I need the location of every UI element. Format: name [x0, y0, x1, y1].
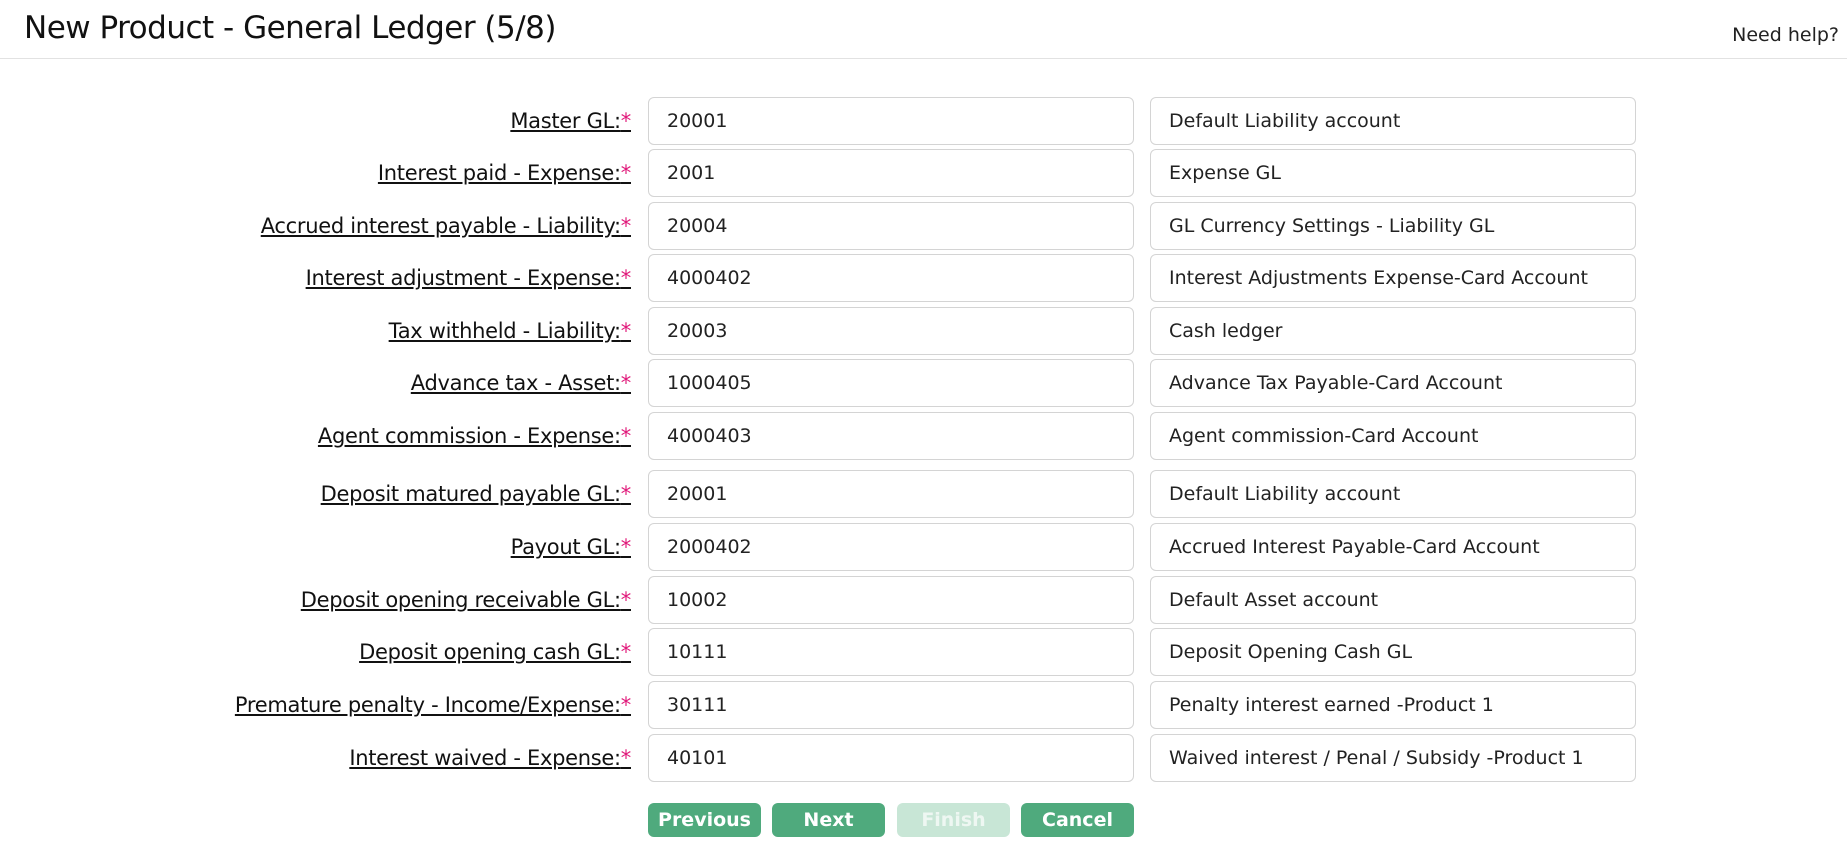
advance-tax-input[interactable]: [648, 359, 1134, 407]
agent-commission-label[interactable]: Agent commission - Expense:*: [318, 424, 631, 448]
interest-waived-description: Waived interest / Penal / Subsidy -Produ…: [1150, 734, 1636, 782]
accrued-interest-payable-label[interactable]: Accrued interest payable - Liability:*: [261, 214, 632, 238]
advance-tax-description: Advance Tax Payable-Card Account: [1150, 359, 1636, 407]
advance-tax-label[interactable]: Advance tax - Asset:*: [411, 371, 632, 395]
payout-gl-description: Accrued Interest Payable-Card Account: [1150, 523, 1636, 571]
required-marker: *: [620, 640, 632, 664]
deposit-matured-payable-input[interactable]: [648, 470, 1134, 518]
interest-paid-description: Expense GL: [1150, 149, 1636, 197]
required-marker: *: [620, 161, 632, 185]
need-help-link[interactable]: Need help?: [1732, 24, 1839, 46]
interest-adjustment-input[interactable]: [648, 254, 1134, 302]
form-row-deposit-opening-cash: Deposit opening cash GL:* Deposit Openin…: [0, 628, 1847, 676]
premature-penalty-input[interactable]: [648, 681, 1134, 729]
form-row-deposit-matured-payable: Deposit matured payable GL:* Default Lia…: [0, 470, 1847, 518]
tax-withheld-description: Cash ledger: [1150, 307, 1636, 355]
payout-gl-input[interactable]: [648, 523, 1134, 571]
form-row-tax-withheld: Tax withheld - Liability:* Cash ledger: [0, 307, 1847, 355]
payout-gl-label[interactable]: Payout GL:*: [511, 535, 632, 559]
cancel-button[interactable]: Cancel: [1021, 803, 1134, 837]
deposit-opening-cash-label[interactable]: Deposit opening cash GL:*: [359, 640, 631, 664]
required-marker: *: [620, 109, 632, 133]
required-marker: *: [620, 214, 632, 238]
form-row-interest-paid: Interest paid - Expense:* Expense GL: [0, 149, 1847, 197]
premature-penalty-label[interactable]: Premature penalty - Income/Expense:*: [235, 693, 631, 717]
deposit-opening-cash-input[interactable]: [648, 628, 1134, 676]
form-row-agent-commission: Agent commission - Expense:* Agent commi…: [0, 412, 1847, 460]
deposit-opening-receivable-label[interactable]: Deposit opening receivable GL:*: [301, 588, 632, 612]
interest-adjustment-description: Interest Adjustments Expense-Card Accoun…: [1150, 254, 1636, 302]
interest-adjustment-label[interactable]: Interest adjustment - Expense:*: [306, 266, 632, 290]
required-marker: *: [620, 588, 632, 612]
accrued-interest-payable-input[interactable]: [648, 202, 1134, 250]
finish-button: Finish: [897, 803, 1010, 837]
deposit-opening-cash-description: Deposit Opening Cash GL: [1150, 628, 1636, 676]
previous-button[interactable]: Previous: [648, 803, 761, 837]
form-row-accrued-interest-payable: Accrued interest payable - Liability:* G…: [0, 202, 1847, 250]
required-marker: *: [620, 424, 632, 448]
agent-commission-description: Agent commission-Card Account: [1150, 412, 1636, 460]
master-gl-description: Default Liability account: [1150, 97, 1636, 145]
master-gl-input[interactable]: [648, 97, 1134, 145]
form-row-interest-adjustment: Interest adjustment - Expense:* Interest…: [0, 254, 1847, 302]
deposit-opening-receivable-description: Default Asset account: [1150, 576, 1636, 624]
deposit-opening-receivable-input[interactable]: [648, 576, 1134, 624]
page-title: New Product - General Ledger (5/8): [24, 10, 557, 46]
required-marker: *: [620, 535, 632, 559]
form-row-payout-gl: Payout GL:* Accrued Interest Payable-Car…: [0, 523, 1847, 571]
form-row-interest-waived: Interest waived - Expense:* Waived inter…: [0, 734, 1847, 782]
accrued-interest-payable-description: GL Currency Settings - Liability GL: [1150, 202, 1636, 250]
interest-paid-label[interactable]: Interest paid - Expense:*: [378, 161, 631, 185]
next-button[interactable]: Next: [772, 803, 885, 837]
required-marker: *: [620, 746, 632, 770]
required-marker: *: [620, 371, 632, 395]
master-gl-label[interactable]: Master GL:*: [510, 109, 631, 133]
required-marker: *: [620, 482, 632, 506]
form-row-premature-penalty: Premature penalty - Income/Expense:* Pen…: [0, 681, 1847, 729]
deposit-matured-payable-description: Default Liability account: [1150, 470, 1636, 518]
deposit-matured-payable-label[interactable]: Deposit matured payable GL:*: [321, 482, 632, 506]
premature-penalty-description: Penalty interest earned -Product 1: [1150, 681, 1636, 729]
interest-waived-label[interactable]: Interest waived - Expense:*: [349, 746, 631, 770]
form-row-master-gl: Master GL:* Default Liability account: [0, 97, 1847, 145]
required-marker: *: [620, 266, 632, 290]
agent-commission-input[interactable]: [648, 412, 1134, 460]
page-header: New Product - General Ledger (5/8) Need …: [0, 0, 1847, 59]
required-marker: *: [620, 693, 632, 717]
form-row-advance-tax: Advance tax - Asset:* Advance Tax Payabl…: [0, 359, 1847, 407]
required-marker: *: [620, 319, 632, 343]
tax-withheld-input[interactable]: [648, 307, 1134, 355]
interest-paid-input[interactable]: [648, 149, 1134, 197]
interest-waived-input[interactable]: [648, 734, 1134, 782]
tax-withheld-label[interactable]: Tax withheld - Liability:*: [389, 319, 632, 343]
form-row-deposit-opening-receivable: Deposit opening receivable GL:* Default …: [0, 576, 1847, 624]
